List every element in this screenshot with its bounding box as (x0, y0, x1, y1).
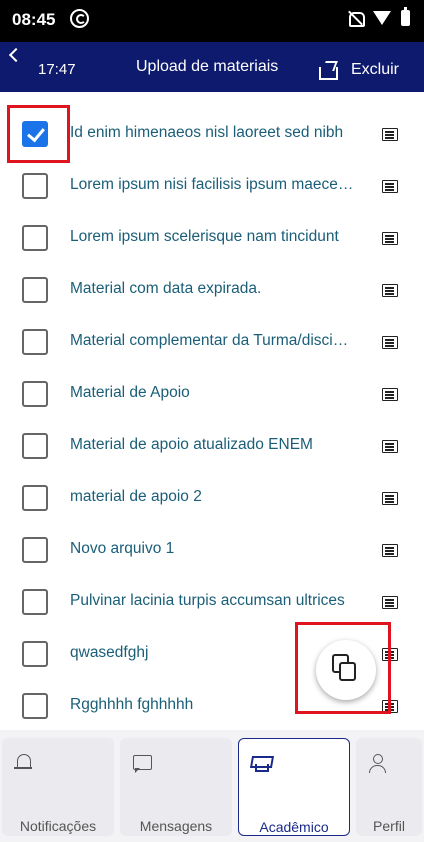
document-icon[interactable] (382, 544, 398, 557)
item-checkbox[interactable] (22, 381, 48, 407)
document-icon[interactable] (382, 232, 398, 245)
document-icon[interactable] (382, 596, 398, 609)
document-icon[interactable] (382, 388, 398, 401)
list-item[interactable]: Material de Apoio (0, 368, 424, 420)
document-icon[interactable] (382, 648, 398, 661)
tab-notificacoes[interactable]: Notificações (2, 738, 114, 836)
page-title: Upload de materiais (136, 58, 279, 75)
battery-icon (401, 7, 410, 26)
item-checkbox[interactable] (22, 433, 48, 459)
item-label[interactable]: Material com data expirada. (70, 280, 355, 298)
mute-icon (347, 10, 365, 27)
item-label[interactable]: Material de apoio atualizado ENEM (70, 436, 355, 454)
copy-icon (339, 662, 356, 681)
item-label[interactable]: Lorem ipsum nisi facilisis ipsum maecena… (70, 176, 355, 194)
list-item[interactable]: Pulvinar lacinia turpis accumsan ultrice… (0, 576, 424, 628)
tab-perfil[interactable]: Perfil (356, 738, 422, 836)
item-label[interactable]: qwasedfghj (70, 644, 355, 662)
graduation-cap-icon (251, 755, 271, 775)
chevron-left-icon[interactable] (6, 46, 24, 64)
list-item[interactable]: material de apoio 2 (0, 472, 424, 524)
item-checkbox[interactable] (22, 329, 48, 355)
bell-icon (14, 754, 34, 774)
item-checkbox[interactable] (22, 225, 48, 251)
list-item[interactable]: Material complementar da Turma/disciplin… (0, 316, 424, 368)
document-icon[interactable] (382, 336, 398, 349)
item-checkbox[interactable] (22, 173, 48, 199)
status-time: 08:45 (12, 10, 56, 29)
item-label[interactable]: Pulvinar lacinia turpis accumsan ultrice… (70, 592, 355, 610)
item-label[interactable]: Material complementar da Turma/disciplin… (70, 332, 355, 350)
item-label[interactable]: Novo arquivo 1 (70, 540, 355, 558)
tab-academico[interactable]: Acadêmico (238, 738, 350, 836)
item-checkbox[interactable] (22, 693, 48, 719)
item-checkbox[interactable] (22, 589, 48, 615)
item-checkbox[interactable] (22, 485, 48, 511)
document-icon[interactable] (382, 128, 398, 141)
list-item[interactable]: Material com data expirada. (0, 264, 424, 316)
tab-label: Mensagens (139, 818, 213, 834)
delete-button[interactable]: Excluir (351, 61, 399, 79)
status-icons (347, 7, 410, 27)
person-icon (368, 754, 388, 774)
message-icon (132, 754, 152, 774)
item-label[interactable]: Material de Apoio (70, 384, 355, 402)
list-item[interactable]: Novo arquivo 1 (0, 524, 424, 576)
item-checkbox[interactable] (22, 277, 48, 303)
document-icon[interactable] (382, 700, 398, 713)
item-label[interactable]: Rgghhhh fghhhhh (70, 696, 355, 714)
bottom-navigation: Notificações Mensagens Acadêmico Perfil (0, 730, 424, 842)
item-checkbox[interactable] (22, 121, 48, 147)
list-item[interactable]: Id enim himenaeos nisl laoreet sed nibh (0, 108, 424, 160)
item-label[interactable]: Lorem ipsum scelerisque nam tincidunt (70, 228, 355, 246)
list-item[interactable]: Lorem ipsum scelerisque nam tincidunt (0, 212, 424, 264)
document-icon[interactable] (382, 492, 398, 505)
list-item[interactable]: Material de apoio atualizado ENEM (0, 420, 424, 472)
wifi-icon (373, 11, 391, 25)
item-checkbox[interactable] (22, 641, 48, 667)
app-bar-clock: 17:47 (38, 61, 76, 78)
sync-icon (70, 9, 89, 28)
document-icon[interactable] (382, 284, 398, 297)
document-icon[interactable] (382, 440, 398, 453)
copy-fab-button[interactable] (316, 640, 376, 700)
item-checkbox[interactable] (22, 537, 48, 563)
item-label[interactable]: material de apoio 2 (70, 488, 355, 506)
app-bar: 17:47 Upload de materiais Excluir (0, 42, 424, 92)
tab-mensagens[interactable]: Mensagens (120, 738, 232, 836)
item-label[interactable]: Id enim himenaeos nisl laoreet sed nibh (70, 124, 355, 142)
tab-label: Acadêmico (259, 819, 329, 835)
status-bar: 08:45 (0, 0, 424, 42)
share-icon[interactable] (318, 62, 338, 80)
list-item[interactable]: Lorem ipsum nisi facilisis ipsum maecena… (0, 160, 424, 212)
tab-label: Perfil (373, 818, 405, 834)
tab-label: Notificações (19, 818, 97, 834)
document-icon[interactable] (382, 180, 398, 193)
